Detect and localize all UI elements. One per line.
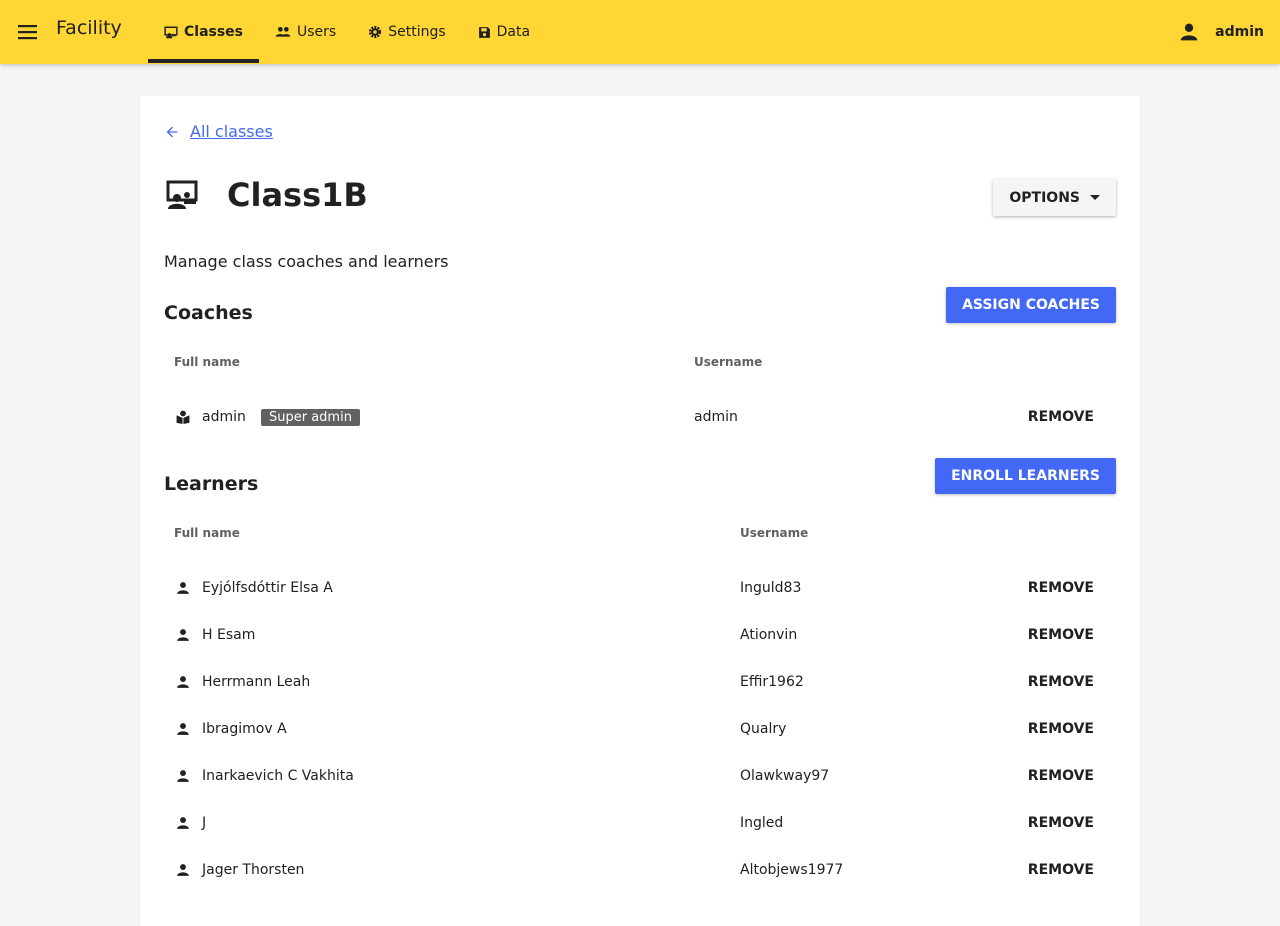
menu-icon[interactable] [16,22,40,42]
page-title: Class1B [227,176,368,214]
back-link-label: All classes [190,122,273,141]
app-bar: Facility Classes Users Settings Data adm… [0,0,1280,64]
table-row: admin Super admin admin REMOVE [164,395,1116,442]
learner-username: Effir1962 [740,674,804,690]
remove-learner-button[interactable]: REMOVE [1006,805,1116,841]
app-title: Facility [56,17,122,39]
coach-username: admin [694,409,738,425]
learners-col-username: Username [740,526,809,540]
person-icon [177,817,189,829]
person-icon [177,582,189,594]
coaches-heading: Coaches [164,302,253,324]
learner-full-name: Inarkaevich C Vakhita [202,768,354,784]
remove-learner-button[interactable]: REMOVE [1006,711,1116,747]
remove-coach-button[interactable]: REMOVE [1006,399,1116,435]
page-description: Manage class coaches and learners [164,252,449,271]
classroom-icon [164,180,198,214]
learner-full-name: J [202,815,207,831]
table-row: Herrmann Leah Effir1962 REMOVE [164,660,1116,707]
learner-full-name: Eyjólfsdóttir Elsa A [202,580,333,596]
learners-col-full-name: Full name [174,526,240,540]
table-row: Eyjólfsdóttir Elsa A Inguld83 REMOVE [164,566,1116,613]
learner-username: Ingled [740,815,784,831]
enroll-learners-button[interactable]: ENROLL LEARNERS [935,458,1116,494]
person-icon [1180,23,1198,41]
learner-username: Altobjews1977 [740,862,844,878]
tab-classes[interactable]: Classes [148,0,260,64]
main-nav: Classes Users Settings Data [148,0,546,64]
learners-heading: Learners [164,473,259,495]
arrow-back-icon [166,126,178,137]
learner-username: Olawkway97 [740,768,830,784]
tab-data-label: Data [496,24,531,40]
learner-full-name: Jager Thorsten [202,862,305,878]
user-menu[interactable]: admin [1179,0,1264,64]
person-icon [177,676,189,688]
save-icon [478,26,490,38]
coaches-col-full-name: Full name [174,355,240,369]
learner-username: Qualry [740,721,787,737]
table-row: J Ingled REMOVE [164,801,1116,848]
person-icon [177,629,189,641]
tab-users[interactable]: Users [259,0,352,64]
remove-learner-button[interactable]: REMOVE [1006,664,1116,700]
table-row: H Esam Ationvin REMOVE [164,613,1116,660]
tab-settings-label: Settings [388,24,446,40]
options-label: OPTIONS [1009,189,1080,206]
class-card: All classes Class1B OPTIONS Manage class… [140,96,1140,926]
learner-username: Ationvin [740,627,798,643]
table-row: Jager Thorsten Altobjews1977 REMOVE [164,848,1116,895]
assign-coaches-button[interactable]: ASSIGN COACHES [946,287,1116,323]
back-link[interactable]: All classes [164,122,273,141]
tab-classes-label: Classes [184,24,244,40]
remove-learner-button[interactable]: REMOVE [1006,617,1116,653]
learner-full-name: H Esam [202,627,256,643]
person-icon [177,864,189,876]
status-badge: Super admin [261,409,360,426]
coaches-col-username: Username [694,355,763,369]
learner-username: Inguld83 [740,580,802,596]
table-row: Ibragimov A Qualry REMOVE [164,707,1116,754]
remove-learner-button[interactable]: REMOVE [1006,852,1116,888]
coach-full-name: admin [202,409,246,425]
options-button[interactable]: OPTIONS [993,179,1116,216]
person-icon [177,770,189,782]
table-row: Inarkaevich C Vakhita Olawkway97 REMOVE [164,754,1116,801]
classes-icon [164,26,178,38]
learner-full-name: Herrmann Leah [202,674,311,690]
learner-full-name: Ibragimov A [202,721,287,737]
tab-settings[interactable]: Settings [352,0,461,64]
coach-icon [176,410,190,424]
person-icon [177,723,189,735]
user-menu-label: admin [1215,24,1264,40]
remove-learner-button[interactable]: REMOVE [1006,758,1116,794]
users-icon [275,27,291,37]
remove-learner-button[interactable]: REMOVE [1006,570,1116,606]
tab-users-label: Users [297,24,337,40]
gear-icon [369,25,382,39]
caret-down-icon [1090,195,1100,200]
tab-data[interactable]: Data [462,0,546,64]
